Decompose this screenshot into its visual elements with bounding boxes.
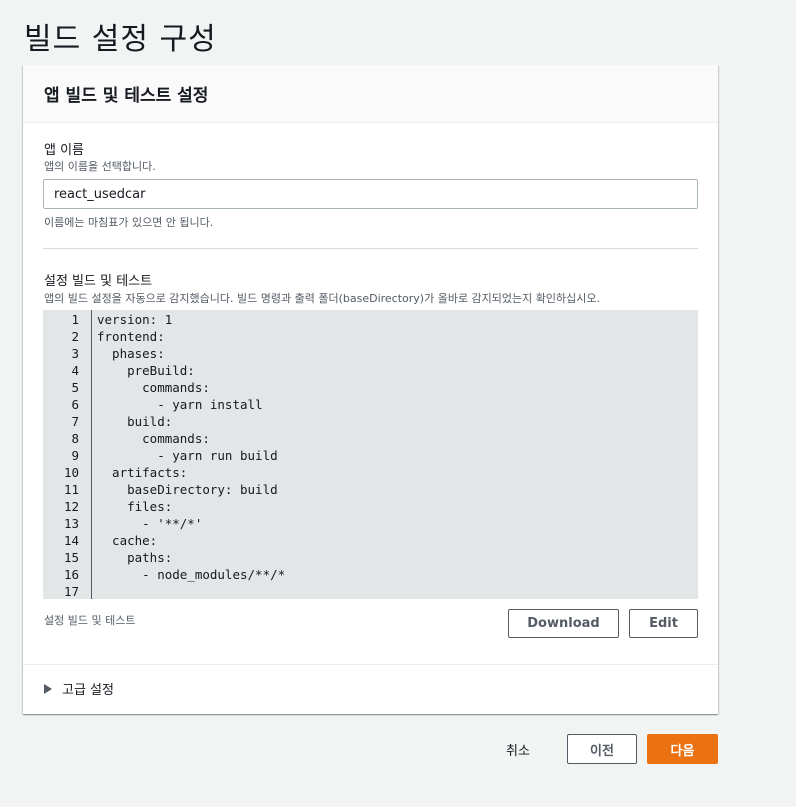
line-number: 5 [71,380,79,395]
cancel-button[interactable]: 취소 [506,740,530,759]
code-text: preBuild: [97,363,195,378]
code-text: frontend: [97,329,165,344]
app-name-description: 앱의 이름을 선택합니다. [44,160,156,173]
app-name-label: 앱 이름 [44,143,85,158]
code-text: - '**/*' [97,516,203,531]
code-text: - yarn run build [97,448,278,463]
build-settings-caption: 설정 빌드 및 테스트 [44,614,136,627]
line-number: 6 [71,397,79,412]
advanced-settings-toggle[interactable]: 고급 설정 [44,679,114,698]
line-number: 15 [63,550,79,565]
code-text: phases: [97,346,165,361]
page-title: 빌드 설정 구성 [24,22,217,57]
caret-right-icon [44,683,52,694]
line-number: 8 [71,431,79,446]
code-text: cache: [97,533,158,548]
line-number: 4 [71,363,79,378]
build-settings-label: 설정 빌드 및 테스트 [44,274,153,289]
code-text: baseDirectory: build [97,482,278,497]
card-title: 앱 빌드 및 테스트 설정 [44,86,209,106]
app-name-input[interactable] [43,179,698,209]
code-text: commands: [97,431,210,446]
line-number: 17 [63,584,79,599]
code-text: commands: [97,380,210,395]
code-text: version: 1 [97,312,173,327]
line-number: 14 [63,533,79,548]
code-text: - yarn install [97,397,263,412]
line-number: 10 [63,465,79,480]
line-number: 13 [63,516,79,531]
advanced-settings-label: 고급 설정 [62,683,114,698]
code-text: paths: [97,550,173,565]
advanced-divider [23,664,718,665]
line-number: 11 [63,482,79,497]
previous-button[interactable]: 이전 [567,734,637,764]
line-number: 9 [71,448,79,463]
code-text: - node_modules/**/* [97,567,286,582]
build-spec-editor[interactable]: 1 version: 1 2 frontend: 3 phases: 4 preBuild… [43,310,698,599]
line-number: 1 [71,312,79,327]
download-button[interactable]: Download [508,609,619,638]
code-text: files: [97,499,173,514]
line-number: 2 [71,329,79,344]
section-divider [43,248,698,249]
line-number: 16 [63,567,79,582]
line-number: 7 [71,414,79,429]
build-settings-card: 앱 빌드 및 테스트 설정 앱 이름 앱의 이름을 선택합니다. 이름에는 마침… [23,65,718,714]
next-button[interactable]: 다음 [647,734,718,764]
build-settings-description: 앱의 빌드 설정을 자동으로 감지했습니다. 빌드 명령과 출력 폴더(base… [44,292,600,305]
line-number: 3 [71,346,79,361]
code-text: artifacts: [97,465,188,480]
card-header: 앱 빌드 및 테스트 설정 [23,65,718,123]
app-name-hint: 이름에는 마침표가 있으면 안 됩니다. [44,216,214,229]
code-text: build: [97,414,173,429]
edit-button[interactable]: Edit [629,609,698,638]
line-number: 12 [63,499,79,514]
